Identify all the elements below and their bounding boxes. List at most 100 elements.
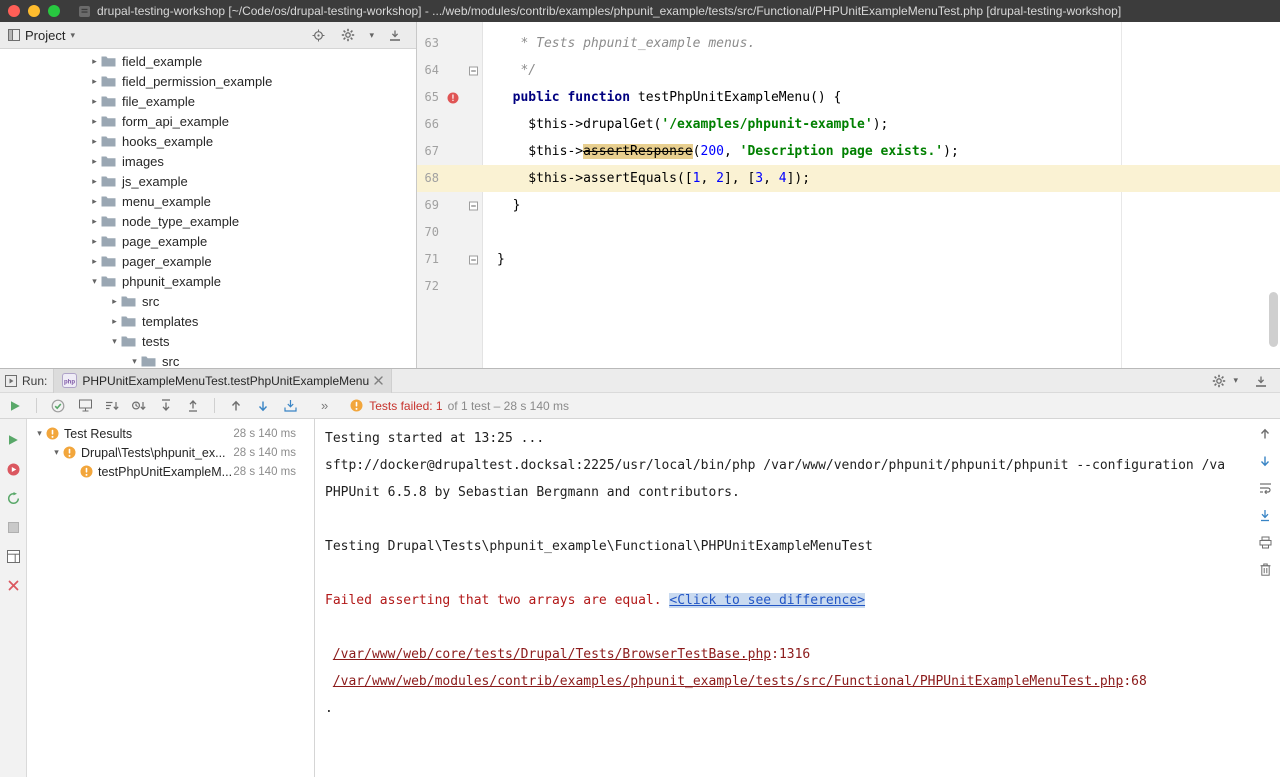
editor-line-65[interactable]: 65! public function testPhpUnitExampleMe… [417, 84, 1280, 111]
editor-line-72[interactable]: 72 [417, 273, 1280, 300]
close-window-button[interactable] [8, 5, 20, 17]
chevron-down-icon[interactable]: ▾ [128, 356, 141, 367]
test-tree-row[interactable]: ▾Test Results28 s 140 ms [27, 424, 314, 443]
project-tree-item-js_example[interactable]: ▸js_example [0, 171, 416, 191]
close-tab-icon[interactable] [374, 376, 383, 385]
diff-link[interactable]: <Click to see difference> [669, 593, 865, 608]
settings-icon[interactable] [339, 26, 357, 44]
settings-icon[interactable] [1210, 372, 1228, 390]
code-line: public function testPhpUnitExampleMenu()… [483, 84, 841, 111]
previous-failed-button[interactable] [227, 397, 245, 415]
test-failed-icon[interactable]: ! [447, 92, 459, 104]
editor-line-66[interactable]: 66 $this->drupalGet('/examples/phpunit-e… [417, 111, 1280, 138]
project-tree-item-field_example[interactable]: ▸field_example [0, 51, 416, 71]
zoom-window-button[interactable] [48, 5, 60, 17]
project-tree-item-phpunit_example[interactable]: ▾phpunit_example [0, 271, 416, 291]
up-stack-button[interactable] [1256, 425, 1274, 443]
editor-line-68[interactable]: 68 $this->assertEquals([1, 2], [3, 4]); [417, 165, 1280, 192]
gutter-icons [439, 273, 483, 300]
test-console[interactable]: Testing started at 13:25 ...sftp://docke… [315, 419, 1280, 777]
editor-line-71[interactable]: 71} [417, 246, 1280, 273]
project-tree-item-page_example[interactable]: ▸page_example [0, 231, 416, 251]
chevron-right-icon[interactable]: ▸ [88, 256, 101, 267]
project-tree-item-menu_example[interactable]: ▸menu_example [0, 191, 416, 211]
project-tree-item-file_example[interactable]: ▸file_example [0, 91, 416, 111]
test-tree-row[interactable]: testPhpUnitExampleM...28 s 140 ms [27, 462, 314, 481]
chevron-down-icon[interactable]: ▾ [1233, 375, 1238, 386]
editor-line-69[interactable]: 69 } [417, 192, 1280, 219]
editor-line-64[interactable]: 64 */ [417, 57, 1280, 84]
chevron-right-icon[interactable]: ▸ [88, 216, 101, 227]
editor[interactable]: 63 * Tests phpunit_example menus.64 */65… [417, 22, 1280, 368]
clear-button[interactable] [1256, 560, 1274, 578]
chevron-right-icon[interactable]: ▸ [108, 296, 121, 307]
hide-toolwindow-icon[interactable] [1252, 372, 1270, 390]
track-running-button[interactable] [76, 397, 94, 415]
chevron-down-icon[interactable]: ▾ [70, 30, 75, 41]
auto-test-button[interactable] [4, 489, 22, 507]
chevron-right-icon[interactable]: ▸ [88, 136, 101, 147]
console-text: :1316 [771, 647, 810, 662]
track-running-icon [79, 399, 92, 412]
project-header-label[interactable]: Project [25, 28, 65, 43]
rerun-button[interactable] [4, 431, 22, 449]
chevron-down-icon[interactable]: ▾ [108, 336, 121, 347]
editor-scrollbar-thumb[interactable] [1269, 292, 1278, 347]
chevron-right-icon[interactable]: ▸ [88, 156, 101, 167]
editor-line-70[interactable]: 70 [417, 219, 1280, 246]
stacktrace-link[interactable]: /var/www/web/core/tests/Drupal/Tests/Bro… [333, 647, 771, 662]
stacktrace-link[interactable]: /var/www/web/modules/contrib/examples/ph… [333, 674, 1124, 689]
chevron-right-icon[interactable]: ▸ [88, 196, 101, 207]
locate-icon[interactable] [309, 26, 327, 44]
project-tree-item-tests[interactable]: ▾tests [0, 331, 416, 351]
fold-minus-icon[interactable] [469, 201, 478, 210]
chevron-right-icon[interactable]: ▸ [88, 96, 101, 107]
run-tab[interactable]: php PHPUnitExampleMenuTest.testPhpUnitEx… [53, 369, 392, 393]
chevron-down-icon[interactable]: ▾ [33, 428, 46, 439]
project-tree-item-hooks_example[interactable]: ▸hooks_example [0, 131, 416, 151]
print-button[interactable] [1256, 533, 1274, 551]
toolbar-overflow-chevron[interactable]: » [321, 398, 328, 413]
project-tree-item-pager_example[interactable]: ▸pager_example [0, 251, 416, 271]
minimize-window-button[interactable] [28, 5, 40, 17]
sort-by-duration-button[interactable] [130, 397, 148, 415]
scroll-end-button[interactable] [1256, 506, 1274, 524]
restore-layout-button[interactable] [4, 547, 22, 565]
code-line [483, 273, 497, 300]
chevron-right-icon[interactable]: ▸ [88, 116, 101, 127]
fold-minus-icon[interactable] [469, 255, 478, 264]
chevron-right-icon[interactable]: ▸ [88, 236, 101, 247]
hide-toolwindow-icon[interactable] [386, 26, 404, 44]
project-tree-item-field_permission_example[interactable]: ▸field_permission_example [0, 71, 416, 91]
rerun-button[interactable] [6, 397, 24, 415]
import-results-button[interactable] [281, 397, 299, 415]
project-tree-item-src[interactable]: ▾src [0, 351, 416, 368]
project-tree-item-src[interactable]: ▸src [0, 291, 416, 311]
phpstorm-window: drupal-testing-workshop [~/Code/os/drupa… [0, 0, 1280, 777]
chevron-right-icon[interactable]: ▸ [88, 176, 101, 187]
rerun-failed-button[interactable] [4, 460, 22, 478]
down-stack-button[interactable] [1256, 452, 1274, 470]
editor-line-67[interactable]: 67 $this->assertResponse(200, 'Descripti… [417, 138, 1280, 165]
project-tree-item-form_api_example[interactable]: ▸form_api_example [0, 111, 416, 131]
test-tree-row[interactable]: ▾Drupal\Tests\phpunit_ex...28 s 140 ms [27, 443, 314, 462]
close-button[interactable] [4, 576, 22, 594]
chevron-down-icon[interactable]: ▾ [369, 30, 374, 41]
show-passed-button[interactable] [49, 397, 67, 415]
chevron-down-icon[interactable]: ▾ [50, 447, 63, 458]
chevron-right-icon[interactable]: ▸ [88, 56, 101, 67]
next-failed-button[interactable] [254, 397, 272, 415]
soft-wrap-button[interactable] [1256, 479, 1274, 497]
collapse-all-button[interactable] [184, 397, 202, 415]
project-tree-item-node_type_example[interactable]: ▸node_type_example [0, 211, 416, 231]
project-tree-item-images[interactable]: ▸images [0, 151, 416, 171]
chevron-down-icon[interactable]: ▾ [88, 276, 101, 287]
editor-line-63[interactable]: 63 * Tests phpunit_example menus. [417, 30, 1280, 57]
chevron-right-icon[interactable]: ▸ [108, 316, 121, 327]
stop-button[interactable] [4, 518, 22, 536]
expand-all-button[interactable] [157, 397, 175, 415]
sort-alphabetically-button[interactable] [103, 397, 121, 415]
project-tree-item-templates[interactable]: ▸templates [0, 311, 416, 331]
fold-minus-icon[interactable] [469, 66, 478, 75]
chevron-right-icon[interactable]: ▸ [88, 76, 101, 87]
